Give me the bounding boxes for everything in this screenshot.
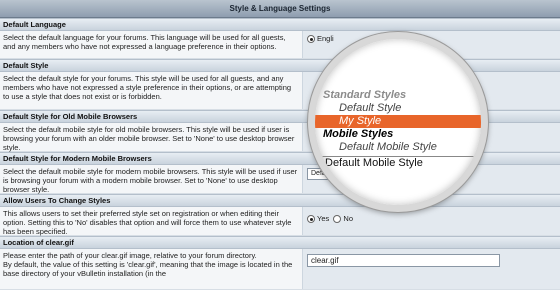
setting-description: Select the default mobile style for old … — [3, 125, 295, 152]
yes-label: Yes — [317, 214, 330, 223]
section-header-clear-gif: Location of clear.gif — [0, 236, 560, 249]
setting-control: Yes No — [302, 207, 560, 235]
language-radio[interactable] — [307, 35, 315, 44]
dropdown-group-standard: Standard Styles — [323, 89, 407, 101]
setting-description: Select the default language for your for… — [3, 33, 286, 51]
dropdown-option-default-mobile-style[interactable]: Default Mobile Style — [315, 141, 481, 154]
setting-description: This allows users to set their preferred… — [3, 209, 292, 236]
setting-row-default-language: Select the default language for your for… — [0, 31, 560, 59]
setting-description: Select the default mobile style for mode… — [3, 167, 298, 194]
section-header-allow-change-styles: Allow Users To Change Styles — [0, 194, 560, 207]
no-label: No — [343, 214, 354, 223]
section-header-default-style: Default Style — [0, 59, 560, 72]
magnifier-lens: Standard Styles Default Style My Style M… — [308, 32, 488, 212]
dropdown-group-mobile: Mobile Styles — [323, 128, 394, 140]
setting-control: clear.gif — [302, 249, 560, 289]
clear-gif-input[interactable]: clear.gif — [307, 254, 500, 267]
section-header-default-language: Default Language — [0, 18, 560, 31]
dropdown-option-my-style[interactable]: My Style — [315, 115, 481, 128]
setting-description: Select the default style for your forums… — [3, 74, 292, 101]
style-dropdown-list: Standard Styles Default Style My Style M… — [315, 89, 481, 170]
yes-radio[interactable] — [307, 215, 315, 224]
settings-titlebar: Style & Language Settings — [0, 0, 560, 18]
setting-row-allow-change-styles: This allows users to set their preferred… — [0, 207, 560, 236]
dropdown-option-default-style[interactable]: Default Style — [315, 102, 481, 115]
setting-description: Please enter the path of your clear.gif … — [0, 249, 302, 289]
dropdown-current-value[interactable]: Default Mobile Style — [315, 156, 481, 170]
clear-gif-desc-2: By default, the value of this setting is… — [3, 260, 293, 278]
language-option-label: Engli — [317, 34, 334, 43]
no-radio[interactable] — [333, 215, 342, 224]
clear-gif-desc-1: Please enter the path of your clear.gif … — [3, 251, 257, 260]
setting-row-clear-gif: Please enter the path of your clear.gif … — [0, 249, 560, 290]
